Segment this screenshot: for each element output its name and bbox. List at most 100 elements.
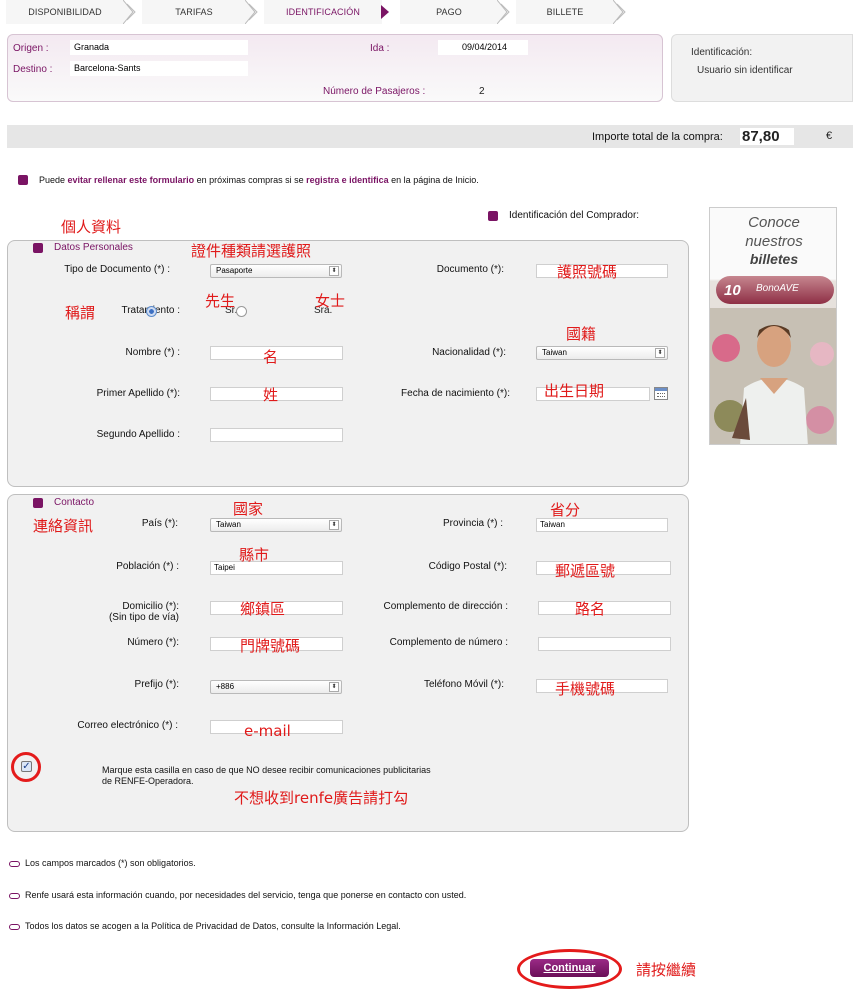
annotation-passport-no: 護照號碼: [557, 263, 618, 281]
ad-brand-ribbon: 10 BonoAVE: [716, 276, 834, 304]
annotation-road: 路名: [575, 600, 606, 618]
annotation-press-continue: 請按繼續: [636, 961, 697, 979]
annotation-doc-type: 證件種類請選護照: [191, 242, 312, 260]
buyer-heading: Identificación del Comprador:: [509, 210, 640, 221]
prefix-label: Prefijo (*):: [134, 679, 179, 690]
country-label: País (*):: [141, 518, 178, 529]
annotation-province: 省分: [550, 501, 581, 519]
identification-title: Identificación:: [691, 47, 753, 58]
step-disponibilidad[interactable]: DISPONIBILIDAD: [6, 0, 124, 24]
nationality-label: Nacionalidad (*):: [432, 347, 506, 358]
highlight-ring: [11, 752, 41, 782]
town-input[interactable]: Taipei: [210, 561, 343, 575]
annotation-ms: 女士: [315, 292, 346, 310]
step-pago[interactable]: PAGO: [400, 0, 498, 24]
step-arrow-icon: [123, 0, 136, 24]
province-label: Provincia (*) :: [442, 518, 503, 529]
date-label: Ida :: [370, 43, 390, 54]
step-arrow-active-icon: [381, 5, 389, 19]
optout-text-line2: de RENFE-Operadora.: [102, 776, 194, 786]
address-label: Domicilio (*):: [122, 601, 179, 612]
annotation-email: e-mail: [244, 722, 291, 740]
step-arrow-icon: [613, 0, 626, 24]
contact-section-title: Contacto: [54, 497, 95, 508]
total-amount: 87,80: [740, 128, 794, 145]
number-label: Número (*):: [127, 637, 179, 648]
annotation-nationality: 國籍: [566, 325, 597, 343]
bullet-oval-icon: [9, 893, 20, 899]
footnote-required: Los campos marcados (*) son obligatorios…: [25, 858, 196, 868]
country-select[interactable]: Taiwan ⬍: [210, 518, 342, 532]
ad-line1: Conoce: [748, 214, 800, 231]
annotation-personal-info: 個人資料: [61, 218, 122, 236]
destination-label: Destino :: [13, 64, 53, 75]
radio-selected-icon[interactable]: [146, 306, 157, 317]
surname2-input[interactable]: [210, 428, 343, 442]
ad-photo-person: [710, 308, 836, 444]
currency-symbol: €: [826, 130, 833, 142]
number-extra-input[interactable]: [538, 637, 671, 651]
bullet-oval-icon: [9, 924, 20, 930]
identification-status: Usuario sin identificar: [697, 65, 793, 76]
name-label: Nombre (*) :: [125, 347, 180, 358]
passengers-value: 2: [479, 86, 485, 97]
calendar-icon[interactable]: [654, 387, 668, 400]
address-extra-label: Complemento de dirección :: [383, 601, 508, 612]
mobile-label: Teléfono Móvil (*):: [423, 679, 504, 690]
bullet-oval-icon: [9, 861, 20, 867]
annotation-no-ads: 不想收到renfe廣告請打勾: [234, 789, 409, 807]
step-arrow-icon: [245, 0, 258, 24]
surname2-label: Segundo Apellido :: [96, 429, 180, 440]
bullet-icon: [33, 243, 43, 253]
ad-badge: 10: [724, 282, 741, 299]
step-tarifas[interactable]: TARIFAS: [142, 0, 246, 24]
radio-sr[interactable]: [236, 306, 247, 317]
identification-box: Identificación: Usuario sin identificar: [671, 34, 853, 102]
treatment-label: Tratamiento :: [121, 305, 180, 316]
step-identificacion[interactable]: IDENTIFICACIÓN: [264, 0, 382, 24]
register-notice: Puede evitar rellenar este formulario en…: [39, 175, 479, 185]
passengers-label: Número de Pasajeros :: [323, 86, 426, 97]
annotation-last-name: 姓: [263, 386, 279, 404]
avoid-form-link[interactable]: evitar rellenar este formulario: [68, 175, 195, 185]
postal-code-label: Código Postal (*):: [428, 561, 507, 572]
journey-summary: Origen : Granada Destino : Barcelona-San…: [7, 34, 663, 102]
number-extra-label: Complemento de número :: [389, 637, 508, 648]
select-arrow-icon: ⬍: [329, 266, 339, 276]
province-input[interactable]: Taiwan: [536, 518, 668, 532]
birth-date-label: Fecha de nacimiento (*):: [401, 388, 510, 399]
doc-type-label: Tipo de Documento (*) :: [64, 264, 170, 275]
annotation-country: 國家: [233, 500, 264, 518]
step-billete[interactable]: BILLETE: [516, 0, 614, 24]
total-label: Importe total de la compra:: [592, 131, 723, 143]
destination-value: Barcelona-Sants: [70, 61, 248, 76]
footnote-contact-use: Renfe usará esta información cuando, por…: [25, 890, 467, 900]
bonoave-ad[interactable]: Conoce nuestros billetes 10 BonoAVE: [709, 207, 837, 445]
annotation-contact-info: 連絡資訊: [33, 517, 94, 535]
nationality-select[interactable]: Taiwan ⬍: [536, 346, 668, 360]
doc-type-select[interactable]: Pasaporte ⬍: [210, 264, 342, 278]
town-label: Población (*) :: [116, 561, 179, 572]
ad-line2: nuestros: [745, 233, 803, 250]
register-link[interactable]: registra e identifica: [306, 175, 389, 185]
select-arrow-icon: ⬍: [655, 348, 665, 358]
bullet-icon: [18, 175, 28, 185]
annotation-birth-date: 出生日期: [544, 382, 605, 400]
annotation-mobile: 手機號碼: [555, 680, 616, 698]
total-bar: Importe total de la compra: 87,80 €: [7, 125, 853, 148]
ad-line3: billetes: [749, 251, 799, 267]
annotation-postal: 郵遞區號: [555, 562, 616, 580]
personal-section-title: Datos Personales: [54, 242, 133, 253]
optout-text-line1: Marque esta casilla en caso de que NO de…: [102, 765, 431, 775]
annotation-district: 鄉鎮區: [240, 600, 286, 618]
prefix-select[interactable]: +886 ⬍: [210, 680, 342, 694]
select-arrow-icon: ⬍: [329, 520, 339, 530]
annotation-city: 縣市: [239, 546, 270, 564]
surname1-label: Primer Apellido (*):: [96, 388, 180, 399]
annotation-title: 稱謂: [65, 304, 96, 322]
origin-value: Granada: [70, 40, 248, 55]
footnote-privacy: Todos los datos se acogen a la Política …: [25, 921, 401, 931]
date-value: 09/04/2014: [438, 40, 528, 55]
email-label: Correo electrónico (*) :: [77, 720, 178, 731]
bullet-icon: [33, 498, 43, 508]
